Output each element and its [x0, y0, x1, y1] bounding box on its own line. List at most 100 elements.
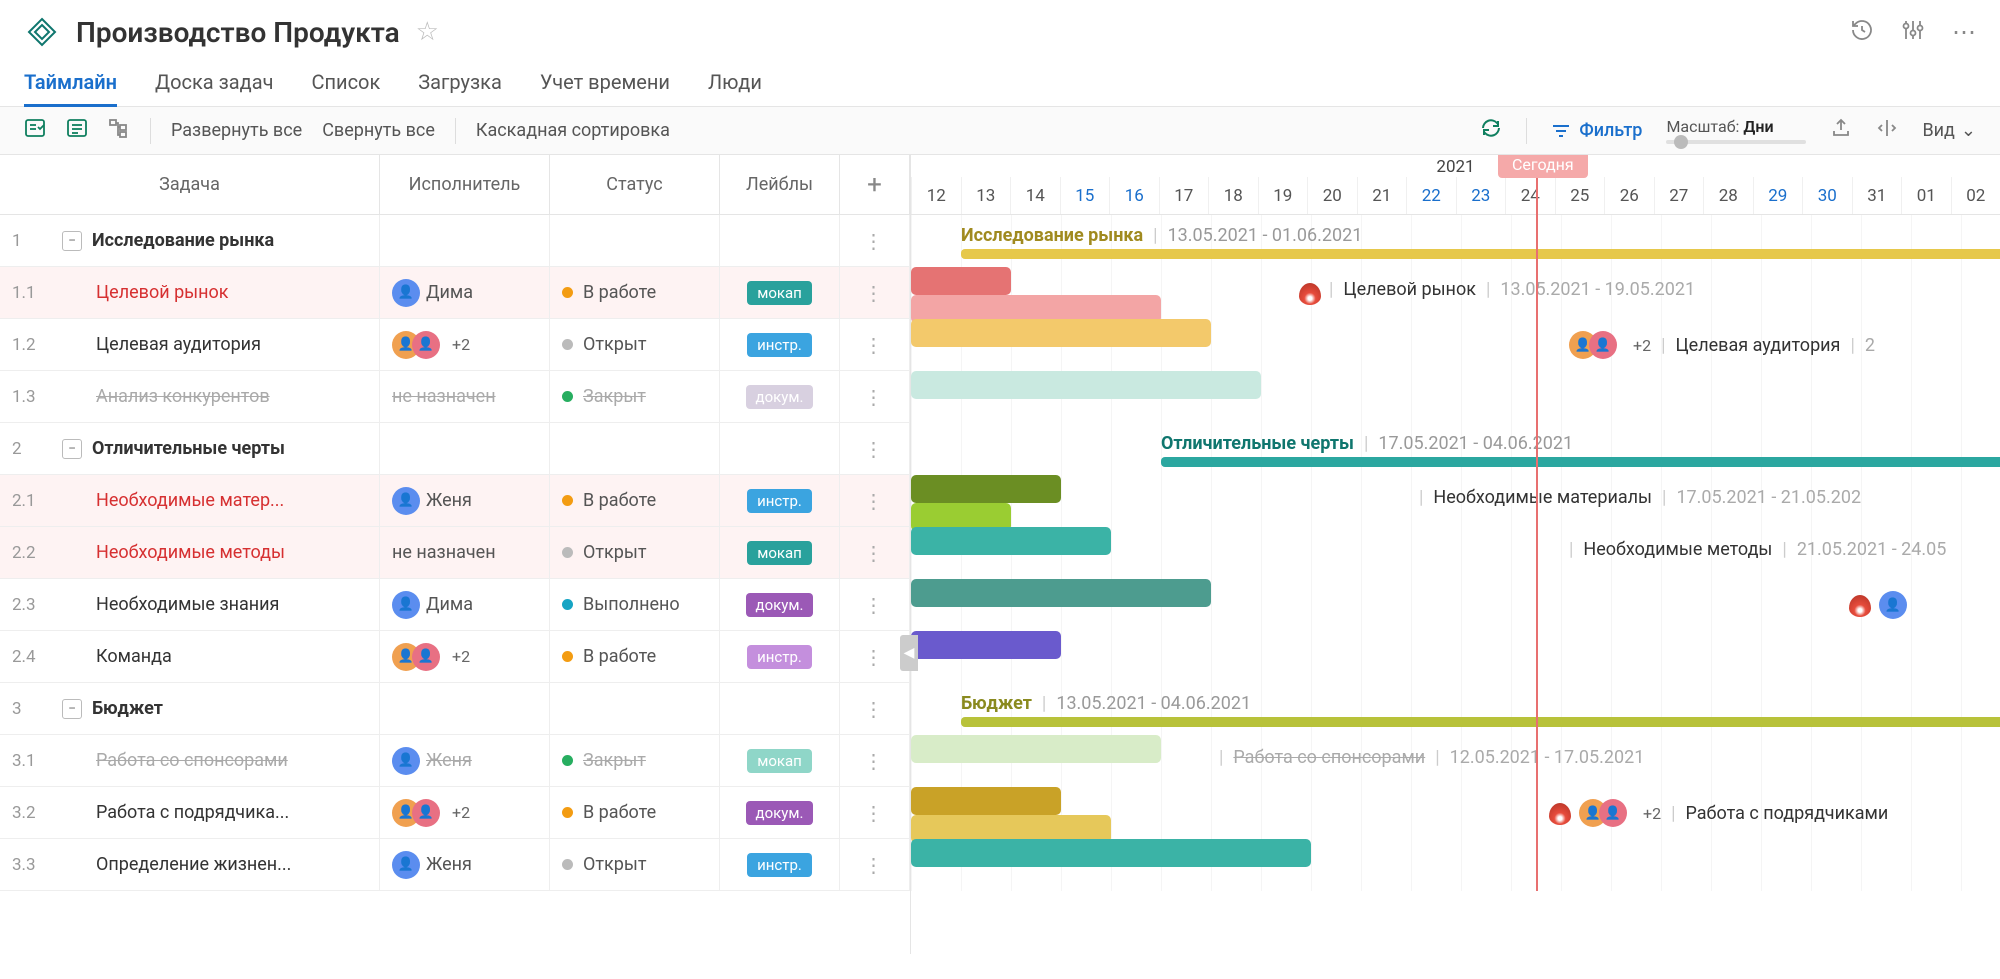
- task-bar[interactable]: [911, 319, 1211, 347]
- scale-control[interactable]: Масштаб: Дни: [1666, 117, 1806, 144]
- export-icon[interactable]: [1830, 117, 1852, 144]
- filter-button[interactable]: Фильтр: [1551, 120, 1642, 141]
- task-bar[interactable]: [911, 579, 1211, 607]
- day-25[interactable]: 25: [1555, 177, 1605, 214]
- day-02[interactable]: 02: [1951, 177, 2000, 214]
- align-icon[interactable]: [1876, 117, 1898, 144]
- row-menu-icon[interactable]: ⋮: [840, 839, 910, 890]
- day-30[interactable]: 30: [1802, 177, 1852, 214]
- day-21[interactable]: 21: [1357, 177, 1407, 214]
- row-menu-icon[interactable]: ⋮: [840, 371, 910, 422]
- day-27[interactable]: 27: [1654, 177, 1704, 214]
- group-row[interactable]: 2−Отличительные черты⋮: [0, 423, 910, 475]
- group-bar[interactable]: [961, 717, 2000, 727]
- day-31[interactable]: 31: [1852, 177, 1902, 214]
- task-row[interactable]: 3.1Работа со спонсорами👤ЖеняЗакрытмокап⋮: [0, 735, 910, 787]
- gantt-row[interactable]: |Работа со спонсорами|12.05.2021 - 17.05…: [911, 735, 2000, 787]
- row-menu-icon[interactable]: ⋮: [840, 267, 910, 318]
- gantt-row[interactable]: 👤👤+2|Работа с подрядчиками: [911, 787, 2000, 839]
- task-row[interactable]: 2.1Необходимые матер...👤ЖеняВ работеинст…: [0, 475, 910, 527]
- row-menu-icon[interactable]: ⋮: [840, 787, 910, 838]
- task-bar[interactable]: [911, 839, 1311, 867]
- add-column-icon[interactable]: +: [840, 155, 910, 214]
- column-labels[interactable]: Лейблы: [720, 155, 840, 214]
- column-assignee[interactable]: Исполнитель: [380, 155, 550, 214]
- task-row[interactable]: 1.3Анализ конкурентовне назначенЗакрытдо…: [0, 371, 910, 423]
- row-menu-icon[interactable]: ⋮: [840, 215, 910, 266]
- task-row[interactable]: 2.4Команда👤👤+2В работеинстр.⋮: [0, 631, 910, 683]
- day-29[interactable]: 29: [1753, 177, 1803, 214]
- row-menu-icon[interactable]: ⋮: [840, 579, 910, 630]
- tab-4[interactable]: Учет времени: [540, 60, 670, 106]
- day-12[interactable]: 12: [911, 177, 961, 214]
- day-19[interactable]: 19: [1258, 177, 1308, 214]
- tab-1[interactable]: Доска задач: [155, 60, 273, 106]
- row-menu-icon[interactable]: ⋮: [840, 319, 910, 370]
- task-bar[interactable]: [911, 371, 1261, 399]
- gantt-row[interactable]: А: [911, 371, 2000, 423]
- day-26[interactable]: 26: [1604, 177, 1654, 214]
- task-bar[interactable]: [911, 735, 1161, 763]
- column-status[interactable]: Статус: [550, 155, 720, 214]
- history-icon[interactable]: [1850, 18, 1874, 47]
- expand-all-button[interactable]: Развернуть все: [171, 120, 302, 141]
- task-row[interactable]: 1.2Целевая аудитория👤👤+2Открытинстр.⋮: [0, 319, 910, 371]
- tab-2[interactable]: Список: [311, 60, 380, 106]
- tab-0[interactable]: Таймлайн: [24, 60, 117, 106]
- gantt-row[interactable]: |Целевой рынок|13.05.2021 - 19.05.2021: [911, 267, 2000, 319]
- row-menu-icon[interactable]: ⋮: [840, 735, 910, 786]
- row-menu-icon[interactable]: ⋮: [840, 527, 910, 578]
- day-20[interactable]: 20: [1307, 177, 1357, 214]
- day-01[interactable]: 01: [1901, 177, 1951, 214]
- collapse-icon[interactable]: −: [62, 231, 82, 251]
- gantt-row[interactable]: [911, 839, 2000, 891]
- collapse-all-button[interactable]: Свернуть все: [322, 120, 435, 141]
- task-row[interactable]: 3.3Определение жизнен...👤ЖеняОткрытинстр…: [0, 839, 910, 891]
- gantt-row[interactable]: |Необходимые методы|21.05.2021 - 24.05: [911, 527, 2000, 579]
- task-bar[interactable]: [911, 631, 1061, 659]
- day-18[interactable]: 18: [1208, 177, 1258, 214]
- settings-icon[interactable]: [1902, 18, 1924, 47]
- day-13[interactable]: 13: [961, 177, 1011, 214]
- group-bar[interactable]: [1161, 457, 2000, 467]
- task-row[interactable]: 2.2Необходимые методыне назначенОткрытмо…: [0, 527, 910, 579]
- panel-icon[interactable]: [24, 117, 46, 144]
- task-row[interactable]: 2.3Необходимые знания👤ДимаВыполненодокум…: [0, 579, 910, 631]
- collapse-panel-icon[interactable]: ◀: [900, 635, 918, 671]
- group-row[interactable]: 3−Бюджет⋮: [0, 683, 910, 735]
- more-icon[interactable]: ⋯: [1952, 18, 1976, 46]
- tab-3[interactable]: Загрузка: [418, 60, 502, 106]
- day-15[interactable]: 15: [1060, 177, 1110, 214]
- collapse-icon[interactable]: −: [62, 439, 82, 459]
- task-row[interactable]: 1.1Целевой рынок👤ДимаВ работемокап⋮: [0, 267, 910, 319]
- row-menu-icon[interactable]: ⋮: [840, 475, 910, 526]
- task-bar-progress[interactable]: [911, 475, 1061, 503]
- day-22[interactable]: 22: [1406, 177, 1456, 214]
- view-dropdown[interactable]: Вид ⌄: [1922, 120, 1976, 141]
- row-menu-icon[interactable]: ⋮: [840, 423, 910, 474]
- cascade-sort-button[interactable]: Каскадная сортировка: [476, 120, 670, 141]
- task-bar-progress[interactable]: [911, 267, 1011, 295]
- refresh-icon[interactable]: [1480, 117, 1502, 144]
- day-24[interactable]: 24: [1505, 177, 1555, 214]
- day-28[interactable]: 28: [1703, 177, 1753, 214]
- gantt-row[interactable]: 👤: [911, 579, 2000, 631]
- scale-slider[interactable]: [1666, 140, 1806, 144]
- tab-5[interactable]: Люди: [708, 60, 762, 106]
- gantt-row[interactable]: 👤👤+2|Целевая аудитория|2: [911, 319, 2000, 371]
- hierarchy-icon[interactable]: [108, 117, 130, 144]
- task-bar-progress[interactable]: [911, 787, 1061, 815]
- list-icon[interactable]: [66, 117, 88, 144]
- task-bar[interactable]: [911, 527, 1111, 555]
- day-14[interactable]: 14: [1010, 177, 1060, 214]
- collapse-icon[interactable]: −: [62, 699, 82, 719]
- gantt-row[interactable]: |Необходимые материалы|17.05.2021 - 21.0…: [911, 475, 2000, 527]
- row-menu-icon[interactable]: ⋮: [840, 683, 910, 734]
- day-16[interactable]: 16: [1109, 177, 1159, 214]
- star-icon[interactable]: ☆: [416, 17, 439, 47]
- gantt-chart[interactable]: 2021 12131415161718192021222324252627282…: [911, 155, 2000, 954]
- gantt-row[interactable]: Исследование рынка|13.05.2021 - 01.06.20…: [911, 215, 2000, 267]
- task-row[interactable]: 3.2Работа с подрядчика...👤👤+2В работедок…: [0, 787, 910, 839]
- group-row[interactable]: 1−Исследование рынка⋮: [0, 215, 910, 267]
- day-23[interactable]: 23: [1456, 177, 1506, 214]
